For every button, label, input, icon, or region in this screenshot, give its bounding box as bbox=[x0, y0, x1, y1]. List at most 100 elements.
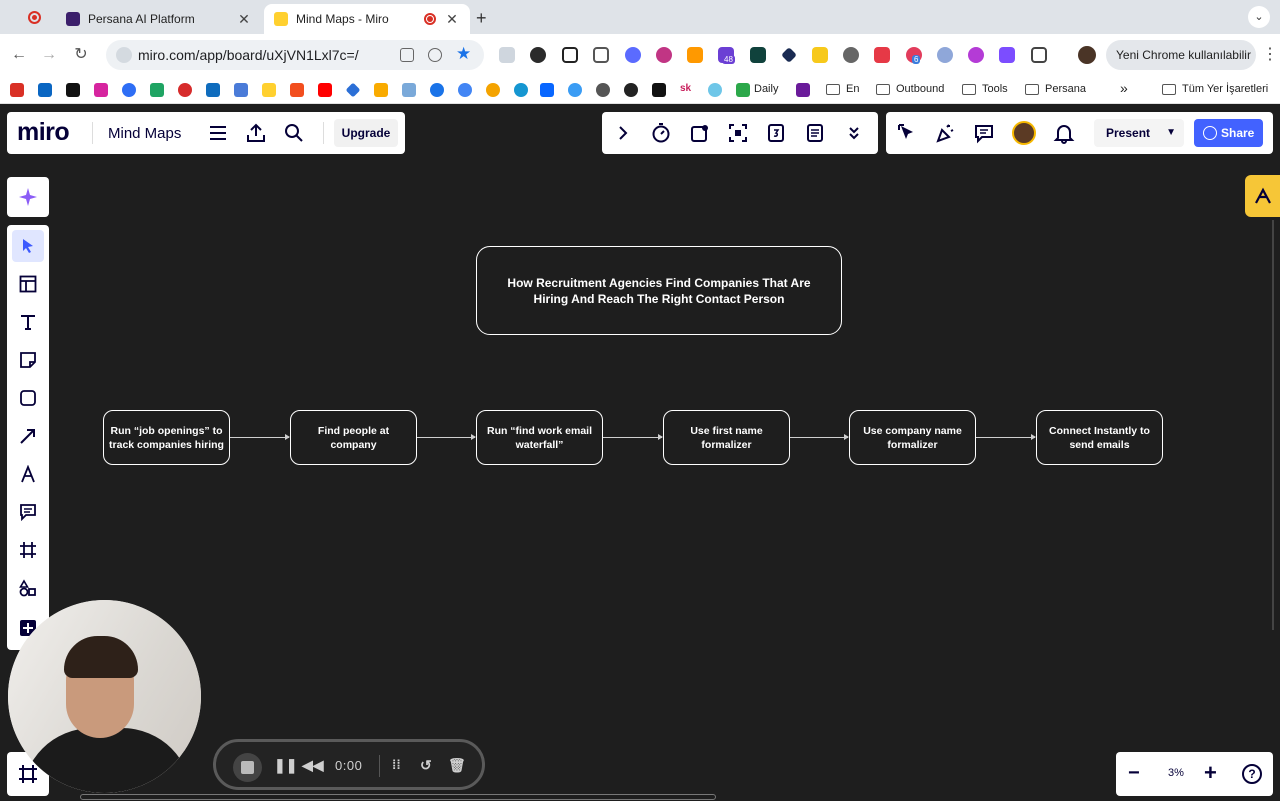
bookmark-c-icon[interactable] bbox=[122, 83, 136, 97]
trash-icon[interactable]: 🗑 bbox=[448, 757, 466, 774]
chevron-right-icon[interactable] bbox=[612, 122, 634, 144]
text-tool[interactable] bbox=[12, 306, 44, 338]
connector-arrow[interactable] bbox=[603, 434, 663, 440]
gmail-icon[interactable] bbox=[10, 83, 24, 97]
side-app-tab[interactable] bbox=[1245, 175, 1280, 217]
notes-icon[interactable] bbox=[804, 122, 826, 144]
extension-arrow-icon[interactable] bbox=[999, 47, 1015, 63]
flow-step-node[interactable]: Use company name formalizer bbox=[849, 410, 976, 465]
user-avatar[interactable] bbox=[1012, 121, 1036, 145]
zoom-in-button[interactable]: + bbox=[1204, 760, 1217, 786]
bookmark-folder-persana[interactable]: Persana bbox=[1045, 83, 1086, 95]
chrome-update-button[interactable]: Yeni Chrome kullanılabilir bbox=[1106, 40, 1256, 70]
google-icon[interactable] bbox=[458, 83, 472, 97]
extension-copy-icon[interactable] bbox=[593, 47, 609, 63]
browser-tab-miro[interactable]: Mind Maps - Miro ✕ bbox=[264, 4, 470, 34]
comments-icon[interactable] bbox=[973, 122, 995, 144]
camera-icon[interactable] bbox=[400, 48, 414, 62]
chrome-menu-icon[interactable]: ⋮ bbox=[1262, 44, 1278, 64]
chevron-down-icon[interactable]: ▼ bbox=[1166, 119, 1176, 147]
extension-mail-icon[interactable] bbox=[937, 47, 953, 63]
bookmark-wave-icon[interactable] bbox=[708, 83, 722, 97]
select-tool[interactable] bbox=[12, 230, 44, 262]
extension-badge-b-icon[interactable]: 6 bbox=[906, 47, 922, 64]
instagram-icon[interactable] bbox=[94, 83, 108, 97]
help-button[interactable]: ? bbox=[1242, 764, 1262, 784]
stop-recording-button[interactable] bbox=[233, 753, 262, 782]
upgrade-button[interactable]: Upgrade bbox=[334, 119, 398, 147]
present-button[interactable]: Present ▼ bbox=[1094, 119, 1184, 147]
figma-icon[interactable] bbox=[290, 83, 304, 97]
flow-step-node[interactable]: Find people at company bbox=[290, 410, 417, 465]
extension-purple-icon[interactable] bbox=[968, 47, 984, 63]
bookmark-folder-outbound[interactable]: Outbound bbox=[896, 83, 944, 95]
connector-arrow[interactable] bbox=[976, 434, 1036, 440]
browser-tab-persana[interactable]: Persana AI Platform ✕ bbox=[56, 4, 262, 34]
rewind-icon[interactable]: ◀◀ bbox=[302, 757, 324, 774]
flow-step-node[interactable]: Run “job openings” to track companies hi… bbox=[103, 410, 230, 465]
extension-a-icon[interactable] bbox=[812, 47, 828, 63]
bookmark-spiral-icon[interactable] bbox=[596, 83, 610, 97]
extension-red-icon[interactable] bbox=[874, 47, 890, 63]
meta-icon[interactable] bbox=[540, 83, 554, 97]
extension-r-icon[interactable] bbox=[750, 47, 766, 63]
close-tab-icon[interactable]: ✕ bbox=[236, 11, 252, 28]
bookmark-blue-icon[interactable] bbox=[568, 83, 582, 97]
templates-tool[interactable] bbox=[12, 268, 44, 300]
bookmark-compass-icon[interactable] bbox=[430, 83, 444, 97]
vertical-scrollbar[interactable] bbox=[1272, 220, 1274, 630]
connector-arrow[interactable] bbox=[417, 434, 476, 440]
bookmark-sk-icon[interactable]: sk bbox=[680, 83, 694, 97]
celebrate-icon[interactable] bbox=[934, 122, 956, 144]
bookmark-daily[interactable]: Daily bbox=[754, 83, 778, 95]
back-button[interactable]: ← bbox=[8, 44, 30, 66]
pause-icon[interactable]: ❚❚ bbox=[274, 757, 297, 774]
restart-icon[interactable]: ↺ bbox=[420, 757, 432, 774]
youtube-icon[interactable] bbox=[318, 83, 332, 97]
extension-gear-icon[interactable] bbox=[625, 47, 641, 63]
search-icon[interactable] bbox=[283, 122, 305, 144]
connection-line-tool[interactable] bbox=[12, 420, 44, 452]
zoom-out-button[interactable]: − bbox=[1128, 762, 1140, 785]
tab-search-button[interactable]: ⌄ bbox=[1248, 6, 1270, 28]
new-tab-button[interactable]: + bbox=[476, 8, 487, 29]
extension-k-icon[interactable] bbox=[530, 47, 546, 63]
profile-avatar[interactable] bbox=[1078, 46, 1096, 64]
bookmark-diamond-icon[interactable] bbox=[345, 82, 361, 98]
daily-icon[interactable] bbox=[736, 83, 750, 97]
forward-button[interactable]: → bbox=[38, 44, 60, 66]
board-title-node[interactable]: How Recruitment Agencies Find Companies … bbox=[476, 246, 842, 335]
bookmark-folder-en[interactable]: En bbox=[846, 83, 859, 95]
amazon-icon[interactable] bbox=[687, 47, 703, 63]
cursor-follow-icon[interactable] bbox=[896, 122, 918, 144]
drag-handle-icon[interactable]: ⁞⁞ bbox=[392, 757, 401, 772]
bookmark-purple-icon[interactable] bbox=[796, 83, 810, 97]
flow-step-node[interactable]: Run “find work email waterfall” bbox=[476, 410, 603, 465]
notion-icon[interactable] bbox=[562, 47, 578, 63]
extension-circle-icon[interactable] bbox=[656, 47, 672, 63]
comment-tool[interactable] bbox=[12, 496, 44, 528]
miro-bookmark-icon[interactable] bbox=[262, 83, 276, 97]
extension-diamond-icon[interactable] bbox=[781, 47, 797, 63]
bookmark-cloud-icon[interactable] bbox=[402, 83, 416, 97]
bell-icon[interactable] bbox=[1053, 122, 1075, 144]
timer-icon[interactable] bbox=[650, 122, 672, 144]
extension-badge-icon[interactable]: 48 bbox=[718, 47, 735, 64]
close-tab-icon[interactable]: ✕ bbox=[444, 11, 460, 28]
password-key-icon[interactable] bbox=[428, 48, 442, 62]
bookmark-m-icon[interactable] bbox=[178, 83, 192, 97]
focus-icon[interactable] bbox=[727, 122, 749, 144]
extension-planet-icon[interactable] bbox=[843, 47, 859, 63]
linkedin-icon[interactable] bbox=[38, 83, 52, 97]
analytics-icon[interactable] bbox=[374, 83, 388, 97]
flow-step-node[interactable]: Use first name formalizer bbox=[663, 410, 790, 465]
bookmark-smile-icon[interactable] bbox=[486, 83, 500, 97]
menu-icon[interactable] bbox=[207, 122, 229, 144]
sticky-note-tool[interactable] bbox=[12, 344, 44, 376]
export-icon[interactable] bbox=[245, 122, 267, 144]
connector-arrow[interactable] bbox=[790, 434, 849, 440]
openai-icon[interactable] bbox=[624, 83, 638, 97]
reactions-icon[interactable] bbox=[689, 122, 711, 144]
translate-icon[interactable] bbox=[234, 83, 248, 97]
connector-arrow[interactable] bbox=[230, 434, 290, 440]
